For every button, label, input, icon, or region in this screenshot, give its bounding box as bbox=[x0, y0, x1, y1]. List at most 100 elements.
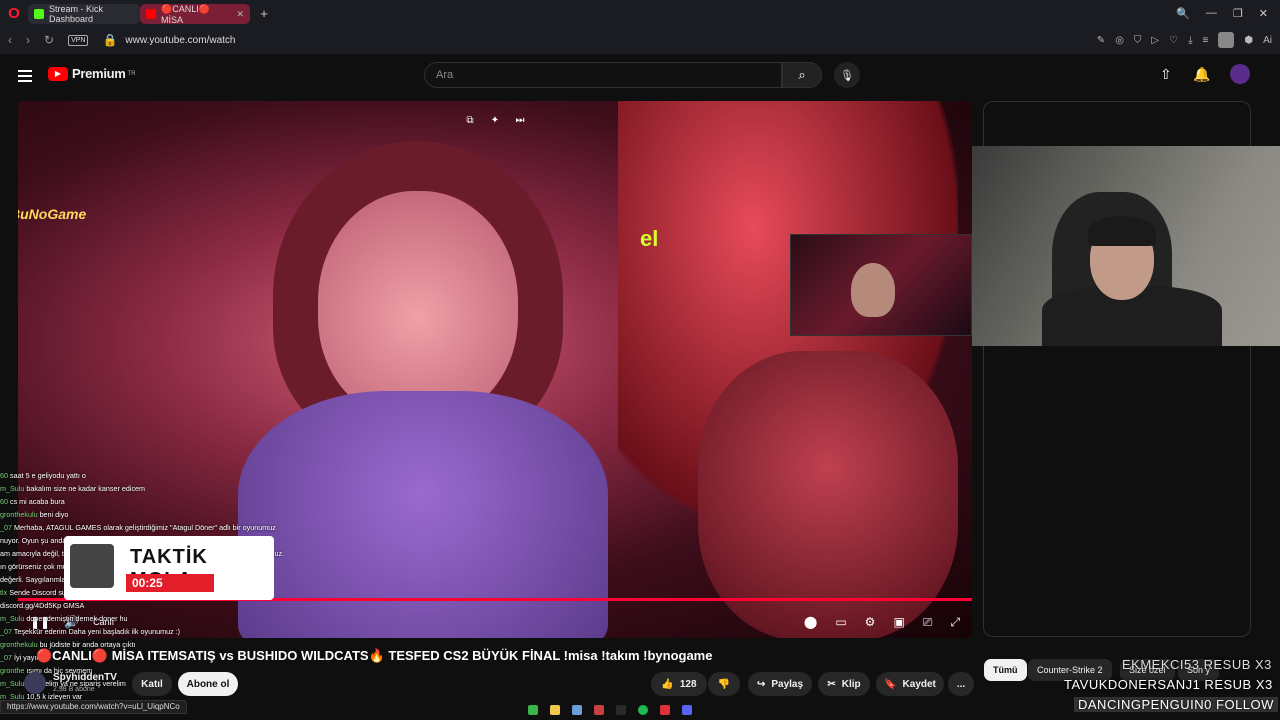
obs-icon[interactable] bbox=[616, 705, 626, 715]
cast-icon[interactable]: ⎚ bbox=[923, 615, 933, 630]
app-icon[interactable] bbox=[528, 705, 538, 715]
channel-avatar[interactable] bbox=[24, 672, 46, 694]
bunogame-overlay-logo: BuNoGame bbox=[18, 206, 87, 222]
clip-button[interactable]: ✂ Klip bbox=[818, 672, 870, 696]
save-label: Kaydet bbox=[902, 678, 936, 690]
channel-name[interactable]: SpyhiddenTV bbox=[53, 672, 117, 683]
search-input[interactable]: Ara bbox=[424, 62, 782, 88]
break-banner: TAKTİK MOLA 00:25 bbox=[64, 536, 274, 600]
subscribe-button[interactable]: Abone ol bbox=[178, 672, 238, 696]
streamer-webcam bbox=[972, 146, 1280, 346]
edit-icon[interactable]: ✎ bbox=[1097, 35, 1105, 46]
opera-logo-icon[interactable]: O bbox=[0, 0, 28, 26]
team-logo-icon bbox=[70, 544, 114, 588]
chat-message: 60 cs mi acaba bura bbox=[0, 495, 310, 508]
heart-icon[interactable]: ♡ bbox=[1169, 35, 1178, 46]
chip-all[interactable]: Tümü bbox=[984, 659, 1027, 681]
thumbs-down-icon: 👎 bbox=[717, 678, 731, 690]
chat-text: bakalım size ne kadar kanser edicem bbox=[26, 484, 146, 493]
menu-hamburger-icon[interactable] bbox=[18, 70, 32, 85]
opera-icon[interactable] bbox=[660, 705, 670, 715]
maximize-icon[interactable]: ❐ bbox=[1233, 7, 1243, 20]
lock-icon: 🔒 bbox=[102, 33, 118, 47]
chat-username[interactable]: m_Sulu bbox=[0, 614, 26, 623]
sparkle-icon[interactable]: ✦ bbox=[486, 111, 504, 129]
chat-username[interactable]: _07 bbox=[0, 627, 14, 636]
upload-icon[interactable]: ⇧ bbox=[1160, 66, 1172, 83]
chat-username[interactable]: 60 bbox=[0, 497, 10, 506]
reload-icon[interactable]: ↻ bbox=[44, 33, 54, 47]
like-button[interactable]: 👍 128 bbox=[651, 672, 707, 696]
tab-label: Stream - Kick Dashboard bbox=[49, 4, 104, 24]
chat-username[interactable]: 60 bbox=[0, 471, 10, 480]
spotify-icon[interactable] bbox=[638, 705, 648, 715]
chat-username[interactable]: m_Sulu bbox=[0, 679, 26, 688]
tab-label: 🔴CANLI🔴 MİSA bbox=[161, 3, 210, 25]
chat-username[interactable]: tlx bbox=[0, 588, 9, 597]
miniplayer-icon[interactable]: ⧉ bbox=[461, 111, 479, 129]
chat-username[interactable]: gronthe bbox=[0, 666, 26, 675]
play-icon[interactable]: ▷ bbox=[1151, 35, 1159, 46]
chat-username[interactable]: gronthekulu bbox=[0, 640, 40, 649]
subtitles-icon[interactable]: ▭ bbox=[835, 615, 846, 629]
chat-message: discord.gg/4Dd5Kp GMSA bbox=[0, 599, 310, 612]
search-tabs-icon[interactable]: 🔍 bbox=[1176, 7, 1190, 20]
sponsor-logo: el bbox=[640, 226, 659, 251]
search-icon: ⌕ bbox=[798, 67, 806, 82]
bookmark-icon: 🔖 bbox=[884, 678, 897, 690]
camera-icon[interactable]: ◎ bbox=[1115, 35, 1124, 46]
share-button[interactable]: ↪ Paylaş bbox=[748, 672, 812, 696]
search-button[interactable]: ⌕ bbox=[782, 62, 822, 88]
folder-icon[interactable] bbox=[550, 705, 560, 715]
url-field[interactable]: www.youtube.com/watch bbox=[125, 35, 235, 46]
chat-username[interactable]: _07 bbox=[0, 653, 14, 662]
share-label: Paylaş bbox=[771, 678, 804, 690]
microphone-icon: 🎙 bbox=[840, 69, 854, 82]
vpn-badge[interactable]: VPN bbox=[68, 34, 89, 46]
profile-avatar[interactable] bbox=[1218, 32, 1235, 48]
minimize-icon[interactable]: — bbox=[1206, 7, 1217, 20]
video-title: 🔴CANLI🔴 MİSA ITEMSATIŞ vs BUSHIDO WILDCA… bbox=[36, 648, 713, 663]
close-tab-icon[interactable]: ✕ bbox=[236, 9, 244, 20]
theater-mode-icon[interactable]: ▣ bbox=[893, 615, 904, 629]
tab-youtube-live[interactable]: 🔴CANLI🔴 MİSA ✕ bbox=[140, 3, 250, 25]
stream-alert: TAVUKDONERSANJ1 RESUB X3 bbox=[1064, 677, 1273, 692]
opera-gx-icon[interactable] bbox=[594, 705, 604, 715]
menu-icon[interactable]: ≡ bbox=[1203, 35, 1209, 46]
chat-text: Teşekkür ederim Daha yeni başladık ilk o… bbox=[13, 627, 181, 636]
ai-button[interactable]: Ai bbox=[1263, 35, 1272, 46]
status-bar-url: https://www.youtube.com/watch?v=uLl_Uiqp… bbox=[0, 700, 187, 714]
more-actions-button[interactable]: ... bbox=[948, 672, 974, 696]
settings-gear-icon[interactable]: ⚙ bbox=[865, 615, 876, 629]
back-icon[interactable]: ‹ bbox=[8, 33, 12, 47]
tab-kick-dashboard[interactable]: Stream - Kick Dashboard bbox=[28, 4, 140, 24]
dislike-button[interactable]: 👎 bbox=[708, 672, 740, 696]
autoplay-toggle-icon[interactable]: ⬤ bbox=[804, 615, 817, 629]
notifications-bell-icon[interactable]: 🔔 bbox=[1193, 66, 1210, 83]
save-button[interactable]: 🔖 Kaydet bbox=[876, 672, 944, 696]
discord-icon[interactable] bbox=[682, 705, 692, 715]
chat-username[interactable]: gronthekulu bbox=[0, 510, 40, 519]
shield-icon[interactable]: ⛉ bbox=[1134, 35, 1142, 46]
share-icon: ↪ bbox=[756, 678, 766, 690]
youtube-icon bbox=[146, 9, 156, 19]
voice-search-button[interactable]: 🎙 bbox=[834, 62, 860, 88]
fullscreen-icon[interactable]: ⤢ bbox=[950, 615, 960, 630]
chat-username[interactable]: _07 bbox=[0, 523, 14, 532]
download-icon[interactable]: ⤓ bbox=[1188, 35, 1192, 46]
break-timer: 00:25 bbox=[126, 574, 214, 592]
subscriber-count: 2,98 B abone bbox=[53, 686, 95, 693]
steam-icon[interactable] bbox=[572, 705, 582, 715]
chat-text: Merhaba, ATAGUL GAMES olarak geliştirdiğ… bbox=[14, 523, 276, 532]
skip-next-icon[interactable]: ⏭ bbox=[511, 111, 529, 129]
join-button[interactable]: Katıl bbox=[132, 672, 172, 696]
forward-icon[interactable]: › bbox=[26, 33, 30, 47]
chat-username[interactable]: m_Sulu bbox=[0, 484, 26, 493]
new-tab-button[interactable]: + bbox=[256, 5, 272, 21]
extension-cube-icon[interactable]: ⬢ bbox=[1244, 35, 1253, 46]
user-avatar[interactable] bbox=[1230, 64, 1250, 84]
youtube-premium-logo[interactable]: ▶ Premium TR bbox=[48, 66, 136, 81]
streamer-camera-overlay bbox=[790, 234, 972, 336]
close-window-icon[interactable]: ✕ bbox=[1259, 7, 1268, 20]
youtube-play-icon: ▶ bbox=[48, 66, 68, 81]
